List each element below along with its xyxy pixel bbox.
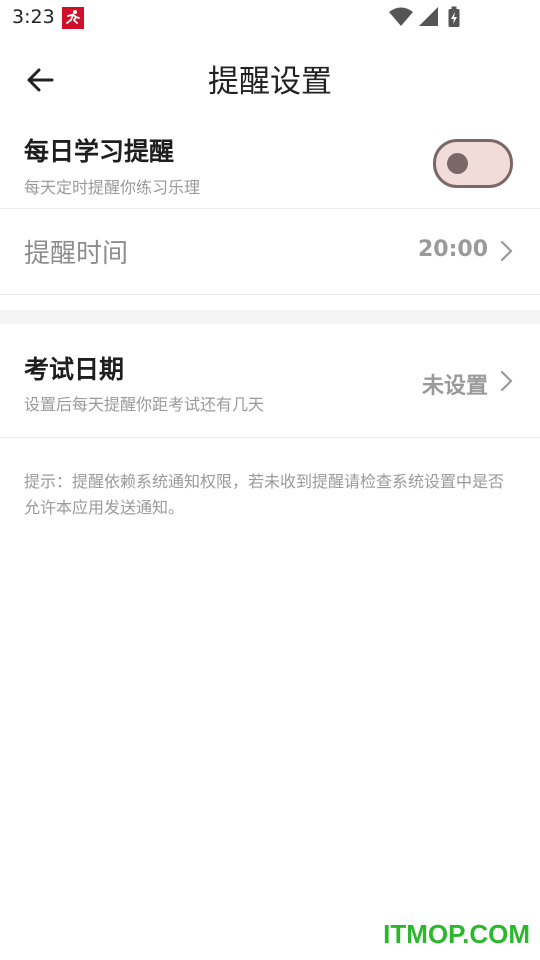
exam-date-value: 未设置 [421,374,488,399]
chevron-right-icon [500,240,513,262]
reminder-time-label: 提醒时间 [24,239,129,269]
section-gap [0,310,540,324]
battery-charging-icon [448,6,460,27]
daily-reminder-subtitle: 每天定时提醒你练习乐理 [24,178,201,197]
cellular-signal-icon [419,7,438,26]
app-header: 提醒设置 [0,36,540,122]
exam-date-title: 考试日期 [24,355,125,384]
reminder-time-value: 20:00 [417,237,488,262]
notification-tip: 提示：提醒依赖系统通知权限，若未收到提醒请检查系统设置中是否允许本应用发送通知。 [24,472,505,517]
running-app-notification-icon [62,7,84,29]
daily-reminder-toggle[interactable] [433,139,513,188]
exam-date-subtitle: 设置后每天提醒你距考试还有几天 [24,395,265,414]
toggle-knob [447,153,468,174]
daily-reminder-title: 每日学习提醒 [24,137,175,166]
page-title: 提醒设置 [208,64,332,100]
status-time: 3:23 [12,6,55,28]
chevron-right-icon [500,370,513,392]
wifi-icon [389,7,413,26]
status-bar: 3:23 [0,0,540,36]
divider [0,294,540,295]
divider [0,437,540,438]
reminder-settings-screen: 3:23 提醒设置 每日学习提醒 每天定时提醒你练习乐理 提醒时间 20:00 … [0,0,540,960]
watermark: ITMOP.COM [383,919,530,949]
